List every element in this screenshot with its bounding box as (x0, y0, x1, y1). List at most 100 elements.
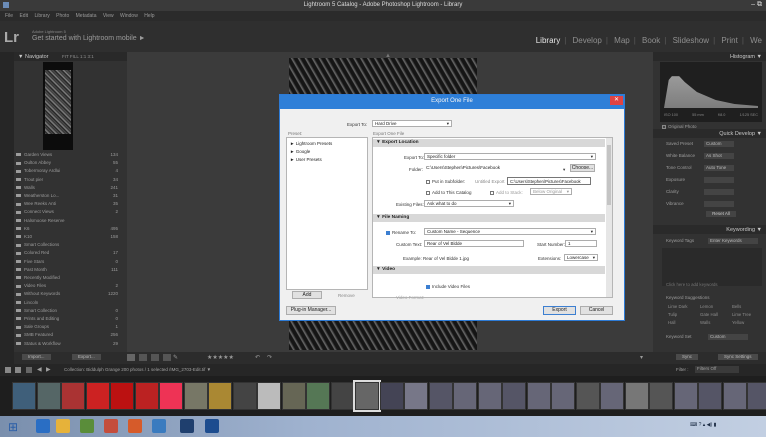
filmstrip-thumbnail[interactable] (551, 382, 575, 410)
collection-item[interactable]: Colored Red 17 (16, 250, 122, 257)
collection-item[interactable]: K10 158 (16, 234, 122, 241)
filmstrip-thumbnail[interactable] (649, 382, 673, 410)
settings-scrollbar-thumb[interactable] (607, 145, 611, 205)
filmstrip-thumbnail[interactable] (477, 382, 502, 410)
back-icon[interactable]: ◀ (37, 366, 42, 373)
window-1-icon[interactable] (5, 367, 11, 373)
plugin-manager-button[interactable]: Plug-in Manager... (286, 306, 336, 315)
app-icon-4[interactable] (152, 419, 166, 433)
start-number-input[interactable]: 1 (565, 240, 597, 247)
extensions-select[interactable]: Lowercase ▾ (564, 254, 598, 261)
include-video-checkbox[interactable]: Include Video Files (426, 284, 470, 289)
collection-item[interactable]: Video Files 2 (16, 283, 122, 290)
collection-item[interactable]: Oulton Abbey 55 (16, 160, 122, 167)
keyword-suggestion[interactable]: Walls (700, 320, 710, 325)
module-library[interactable]: Library (536, 36, 560, 45)
stack-position-select[interactable]: Below Original ▾ (530, 188, 572, 195)
keyword-tags-select[interactable]: Enter Keywords (708, 238, 758, 244)
existing-files-select[interactable]: Ask what to do ▾ (424, 200, 514, 207)
filter-select[interactable]: Filters Off (695, 366, 739, 373)
filmstrip-thumbnail[interactable] (353, 380, 381, 412)
collection-item[interactable]: Connect Views 2 (16, 209, 122, 216)
add-to-catalog-checkbox[interactable]: Add to This Catalog (426, 190, 471, 195)
filmstrip-thumbnail[interactable] (36, 382, 61, 410)
filmstrip-thumbnail[interactable] (404, 382, 428, 410)
internet-explorer-icon[interactable] (36, 419, 50, 433)
collection-item[interactable]: Sale Groups 1 (16, 324, 122, 331)
quick-develop-control[interactable] (704, 189, 734, 195)
keyword-suggestion[interactable]: Lime Dark (668, 304, 688, 309)
collection-item[interactable]: Tobermoray Ardlui 4 (16, 168, 122, 175)
quick-develop-control[interactable]: Custom (704, 141, 734, 147)
filmstrip-thumbnail[interactable] (257, 382, 281, 410)
filmstrip-thumbnail[interactable] (134, 382, 159, 410)
quick-develop-control[interactable]: Auto Tone (704, 165, 734, 171)
collection-item[interactable]: Halsmoose Reserve (16, 218, 122, 225)
rating-stars[interactable]: ★★★★★ (207, 354, 234, 361)
filmstrip-thumbnail[interactable] (110, 382, 134, 410)
keyword-suggestion[interactable]: Bells (732, 304, 741, 309)
collection-item[interactable]: K6 495 (16, 226, 122, 233)
filmstrip-thumbnail[interactable] (698, 382, 722, 410)
filmstrip-thumbnail[interactable] (208, 382, 232, 410)
filmstrip-thumbnail[interactable] (600, 382, 624, 410)
keyword-suggestion[interactable]: Lemon (700, 304, 713, 309)
reset-all-button[interactable]: Reset All (706, 211, 736, 217)
add-preset-button[interactable]: Add (292, 291, 322, 299)
filmstrip-thumbnail[interactable] (624, 382, 649, 410)
filmstrip-source[interactable]: Collection: Biddulph Grange 200 photos /… (64, 367, 211, 372)
module-web[interactable]: We (750, 36, 762, 45)
left-panel-toggle-strip[interactable] (0, 52, 14, 364)
collection-item[interactable]: Recently Modified (16, 275, 122, 282)
navigator-header[interactable]: ▼ Navigator FIT FILL 1:1 3:1 (14, 52, 127, 61)
histogram-header[interactable]: Histogram ▼ (653, 52, 766, 61)
keyword-suggestion[interactable]: Yellow (732, 320, 744, 325)
keyword-suggestion[interactable]: Tulip (668, 312, 677, 317)
window-2-icon[interactable] (15, 367, 21, 373)
export-location-header[interactable]: ▼ Export Location (373, 139, 605, 147)
file-naming-header[interactable]: ▼ File Naming (373, 214, 605, 222)
folder-dropdown-icon[interactable]: ▾ (563, 167, 565, 173)
painter-icon[interactable]: ✎ (173, 354, 178, 361)
menu-file[interactable]: File (5, 13, 13, 19)
filmstrip-thumbnail[interactable] (428, 382, 453, 410)
lightroom-mobile-link[interactable]: Get started with Lightroom mobile ► (32, 35, 146, 42)
filmstrip-thumbnail[interactable] (61, 382, 85, 410)
sync-settings-button[interactable]: Sync Settings (718, 354, 758, 360)
window-controls[interactable]: – ⧉ (751, 1, 762, 9)
import-button[interactable]: Import... (22, 354, 51, 360)
rotate-right-icon[interactable]: ↷ (267, 354, 272, 361)
choose-folder-button[interactable]: Choose... (570, 164, 595, 172)
export-button[interactable]: Export... (72, 354, 101, 360)
windows-start-icon[interactable]: ⊞ (8, 420, 18, 434)
system-tray[interactable]: ⌨ ? ▴ ◀) ▮ (690, 422, 760, 432)
add-to-stack-checkbox[interactable]: Add to Stack: (490, 190, 523, 195)
filmstrip-thumbnail[interactable] (575, 382, 600, 410)
subfolder-name[interactable]: Untitled Export (475, 179, 505, 184)
cancel-button[interactable]: Cancel (580, 306, 613, 315)
module-map[interactable]: Map (614, 36, 630, 45)
collection-item[interactable]: Lincoln (16, 300, 122, 307)
forward-icon[interactable]: ▶ (46, 366, 51, 373)
lightroom-taskbar-icon[interactable] (180, 419, 194, 433)
quick-develop-header[interactable]: Quick Develop ▼ (653, 129, 766, 138)
filmstrip-thumbnail[interactable] (183, 382, 208, 410)
menu-metadata[interactable]: Metadata (76, 13, 97, 19)
module-print[interactable]: Print (721, 36, 737, 45)
filmstrip-thumbnail[interactable] (232, 382, 257, 410)
location-export-to-select[interactable]: Specific folder ▾ (424, 153, 596, 160)
quick-develop-control[interactable] (704, 201, 734, 207)
export-confirm-button[interactable]: Export (543, 306, 576, 315)
menu-window[interactable]: Window (120, 13, 138, 19)
file-explorer-icon[interactable] (56, 419, 70, 433)
rename-to-checkbox[interactable]: Rename To: (386, 230, 416, 235)
video-header[interactable]: ▼ Video (373, 266, 605, 274)
module-book[interactable]: Book (642, 36, 660, 45)
filmstrip-thumbnail[interactable] (502, 382, 526, 410)
filmstrip-thumbnail[interactable] (330, 382, 355, 410)
keyword-set-select[interactable]: Custom (708, 334, 748, 340)
menu-edit[interactable]: Edit (19, 13, 28, 19)
collection-item[interactable]: Trout pier 34 (16, 177, 122, 184)
grid-view-icon[interactable] (127, 354, 135, 361)
collection-item[interactable]: Without Keywords 1220 (16, 291, 122, 298)
